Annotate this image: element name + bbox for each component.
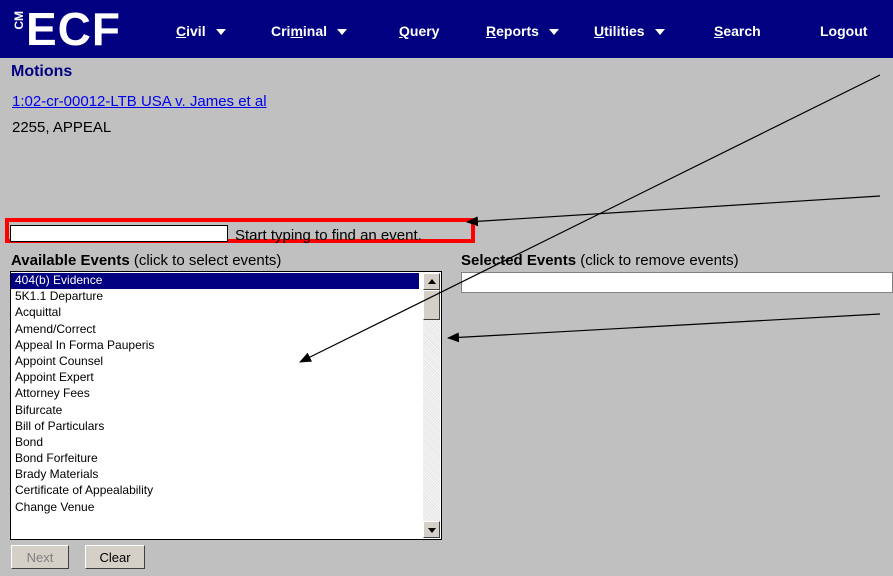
scroll-up-button[interactable]	[423, 273, 440, 290]
list-item[interactable]: Bifurcate	[11, 403, 419, 419]
top-nav-bar: CM ECF Civil Criminal Query Reports Utilitie…	[0, 0, 893, 58]
menu-label: Logout	[820, 23, 868, 39]
menu-label: Query	[399, 23, 440, 39]
list-item[interactable]: Appoint Expert	[11, 370, 419, 386]
list-item[interactable]: Bond	[11, 435, 419, 451]
chevron-down-icon	[337, 29, 348, 36]
available-events-list[interactable]: 404(b) Evidence 5K1.1 Departure Acquittal A…	[10, 271, 442, 540]
next-button[interactable]: Next	[11, 545, 69, 569]
case-subtitle: 2255, APPEAL	[12, 119, 112, 136]
menu-logout[interactable]: Logout	[820, 23, 867, 39]
list-item[interactable]: Amend/Correct	[11, 322, 419, 338]
menu-label: Utilities	[594, 23, 645, 39]
case-link[interactable]: 1:02-cr-00012-LTB USA v. James et al	[12, 93, 267, 110]
menu-utilities[interactable]: Utilities	[594, 23, 665, 39]
list-item[interactable]: Attorney Fees	[11, 386, 419, 402]
list-item[interactable]: Appoint Counsel	[11, 354, 419, 370]
list-item[interactable]: Brady Materials	[11, 467, 419, 483]
chevron-down-icon	[654, 29, 665, 36]
selected-events-label: Selected Events (click to remove events)	[461, 252, 739, 269]
list-item[interactable]: Acquittal	[11, 305, 419, 321]
list-item[interactable]: Certificate of Appealability	[11, 483, 419, 499]
list-item[interactable]: 5K1.1 Departure	[11, 289, 419, 305]
menu-search[interactable]: Search	[714, 23, 761, 39]
menu-criminal[interactable]: Criminal	[271, 23, 348, 39]
cmecf-logo[interactable]: CM ECF	[8, 3, 140, 55]
logo-main-text: ECF	[26, 3, 121, 55]
menu-label: Civil	[176, 23, 206, 39]
menu-reports[interactable]: Reports	[486, 23, 559, 39]
list-item[interactable]: Change Venue	[11, 500, 419, 516]
selected-events-label-hint: (click to remove events)	[576, 252, 739, 269]
chevron-down-icon	[548, 29, 559, 36]
arrow-to-scrollbar	[447, 313, 881, 343]
list-item[interactable]: Bill of Particulars	[11, 419, 419, 435]
menu-civil[interactable]: Civil	[176, 23, 226, 39]
menu-query[interactable]: Query	[399, 23, 439, 39]
event-search-hint: Start typing to find an event.	[235, 227, 422, 244]
available-events-label-bold: Available Events	[11, 252, 130, 269]
list-item[interactable]: Appeal In Forma Pauperis	[11, 338, 419, 354]
list-item[interactable]: 404(b) Evidence	[11, 273, 419, 290]
clear-button[interactable]: Clear	[85, 545, 145, 569]
selected-events-list[interactable]	[461, 272, 893, 293]
page-title: Motions	[11, 63, 73, 80]
arrow-to-search-box	[466, 195, 881, 227]
scroll-down-button[interactable]	[423, 521, 440, 538]
scroll-thumb[interactable]	[423, 290, 440, 320]
event-search-input[interactable]	[10, 225, 228, 242]
available-events-label-hint: (click to select events)	[129, 252, 282, 269]
available-events-label: Available Events (click to select events…	[11, 252, 281, 269]
menu-label: Criminal	[271, 23, 328, 39]
arrow-down-icon	[428, 528, 436, 533]
selected-events-label-bold: Selected Events	[461, 252, 577, 269]
menu-label: Reports	[486, 23, 539, 39]
menu-label: Search	[714, 23, 761, 39]
list-item[interactable]: Bond Forfeiture	[11, 451, 419, 467]
chevron-down-icon	[215, 29, 226, 36]
list-scrollbar[interactable]	[423, 273, 440, 538]
arrow-up-icon	[428, 279, 436, 284]
logo-side-letters: CM	[12, 11, 26, 30]
